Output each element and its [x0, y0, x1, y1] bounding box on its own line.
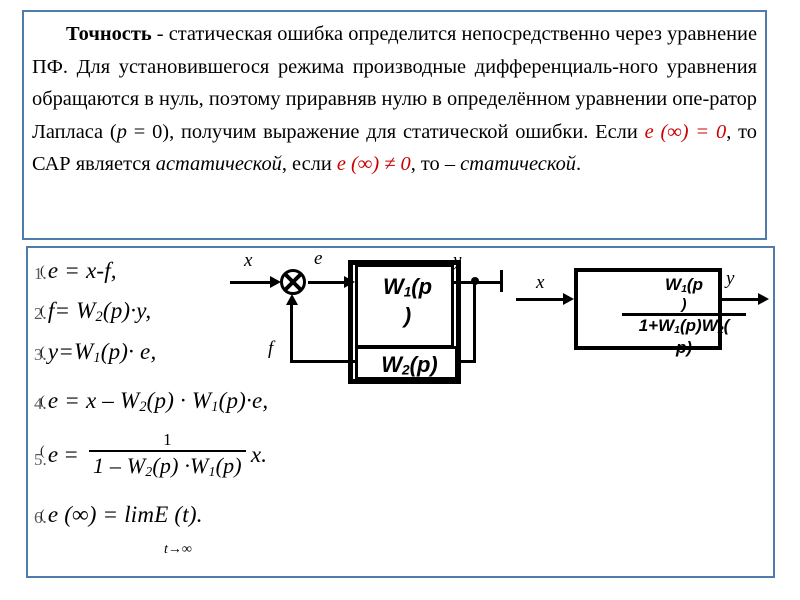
tf-den-pre: 1+W	[638, 316, 675, 336]
eq4-w2-sub: 2	[139, 399, 147, 416]
arrow-output-2	[758, 293, 769, 305]
eq6-equals: =	[102, 502, 119, 527]
dash-run: -	[151, 23, 169, 45]
eq3-equals: =	[58, 339, 75, 364]
formula-eq1: (e = x-f,	[40, 258, 117, 284]
wire-feedback-into-w2	[456, 360, 476, 363]
eq2-rest: (p)·y,	[102, 298, 152, 323]
bullet-icon: (	[40, 264, 45, 279]
eq5-lhs: e	[47, 442, 59, 468]
formula-eq5: (e = 1 1 – W2(p) ·W1(p) x.	[40, 431, 267, 480]
eq3-lhs: y	[47, 339, 59, 364]
w2-main: W	[381, 352, 403, 377]
formula-eq2: (f= W2(p)·y,	[40, 298, 151, 326]
bullet-icon: (	[40, 508, 45, 523]
eq1-equals: =	[64, 258, 80, 283]
w2-sub: 2	[402, 362, 410, 378]
block-w1: W1(p )	[355, 264, 454, 348]
eq3-w-sub: 1	[93, 350, 101, 367]
eq1-lhs: e	[47, 258, 59, 283]
eq4-equals: =	[64, 388, 80, 413]
arrow-into-sum-feedback	[286, 294, 298, 305]
eq6-lhs: e (∞)	[47, 502, 97, 527]
block-w2-label: W2(p)	[358, 352, 461, 378]
label-feedback-f: f	[268, 338, 274, 359]
label-input-x-2: x	[536, 272, 545, 293]
tf-num-tail: (p	[686, 275, 703, 294]
eq3-w: W	[74, 339, 94, 364]
run-2: = 0), получим выражение для статической …	[126, 120, 645, 143]
eq5-den-post: (p)	[215, 452, 242, 478]
red-condition-zero: e (∞) = 0	[644, 120, 727, 143]
wire-feedback-return	[290, 360, 356, 363]
eq5-denominator: 1 – W2(p) ·W1(p)	[89, 452, 246, 480]
tf-den-wrap: p)	[675, 338, 693, 358]
run-5: , то –	[410, 153, 461, 176]
eq5-den-pre: 1 – W	[93, 452, 146, 478]
final-period: .	[576, 153, 582, 176]
bold-term: Точность	[66, 23, 152, 45]
italic-static: статической	[460, 153, 576, 176]
equivalent-transfer-function: W1(p ) 1+W1(p)W2( p)	[608, 276, 760, 357]
block-w1-label: W1(p	[358, 274, 457, 300]
wire-feedback-up	[290, 304, 293, 362]
eq6-limit-subscript: t→∞	[164, 542, 192, 557]
arrow-into-w1	[344, 276, 355, 288]
eq4-x: x –	[85, 388, 114, 413]
slide-canvas: Точность - статическая ошибка определитс…	[0, 0, 800, 600]
eq2-w: W	[76, 298, 96, 323]
label-input-x: x	[244, 250, 253, 271]
bullet-icon: (	[40, 444, 45, 460]
tf-den-mid: (p)W	[680, 316, 718, 336]
run-4: , если	[281, 153, 337, 176]
eq1-rhs: x-f,	[85, 258, 117, 283]
w1-main: W	[382, 274, 404, 299]
derivation-panel: 1. 2. 3. 4. 5. 6. (e = x-f, (f= W2(p)·y,…	[26, 246, 775, 578]
eq3-rest: (p)· e,	[100, 339, 157, 364]
bullet-icon: (	[40, 345, 45, 360]
tf-den-tail: (	[723, 316, 730, 336]
p-italic: p	[116, 120, 127, 143]
formula-eq6: (e (∞) = limE (t).	[40, 502, 203, 528]
eq6-rhs: limE (t).	[124, 502, 203, 527]
eq5-den-sub1: 1	[208, 463, 216, 479]
bullet-icon: (	[40, 304, 45, 319]
paragraph-body: Точность - статическая ошибка определитс…	[32, 18, 757, 181]
block-w1-label-wrap: )	[403, 303, 412, 328]
wire-input-2	[516, 298, 568, 301]
eq5-numerator: 1	[163, 430, 172, 449]
tf-denominator: 1+W1(p)W2(	[608, 317, 760, 339]
italic-astatic: астатической	[155, 153, 282, 176]
summing-node	[280, 269, 306, 295]
wire-feedback-down	[473, 281, 476, 363]
formula-eq3: (y=W1(p)· e,	[40, 339, 156, 367]
eq4-w2: W	[119, 388, 140, 413]
block-w2: W2(p)	[355, 346, 458, 380]
label-error-e: e	[314, 248, 323, 269]
equivalent-block: W1(p ) 1+W1(p)W2( p)	[574, 268, 746, 357]
w2-tail: (p)	[409, 352, 438, 377]
output-terminal-bar	[500, 270, 503, 292]
red-condition-nonzero: e (∞) ≠ 0	[336, 153, 411, 176]
tf-numerator: W1(p	[608, 276, 760, 298]
bullet-icon: (	[40, 394, 45, 409]
eq5-den-mid: (p) ·W	[152, 452, 209, 478]
arrow-into-equivalent-block	[563, 293, 574, 305]
eq5-tail: x.	[250, 442, 268, 468]
tf-num-main: W	[665, 275, 682, 294]
w1-tail: (p	[411, 274, 433, 299]
eq5-equals: =	[63, 442, 80, 468]
eq2-w-sub: 2	[95, 309, 103, 326]
eq4-lhs: e	[47, 388, 59, 413]
eq4-mid: (p) ·	[146, 388, 186, 413]
text-panel: Точность - статическая ошибка определитс…	[22, 10, 767, 240]
eq2-equals: =	[54, 298, 71, 323]
eq5-fraction: 1 1 – W2(p) ·W1(p)	[89, 431, 246, 480]
closed-loop-diagram: x y W1(p ) 1+W1(p)W2( p)	[508, 254, 776, 374]
eq4-w1-sub: 1	[211, 399, 219, 416]
feedback-block-diagram: x e y f W1(p ) W2(p)	[208, 248, 508, 393]
